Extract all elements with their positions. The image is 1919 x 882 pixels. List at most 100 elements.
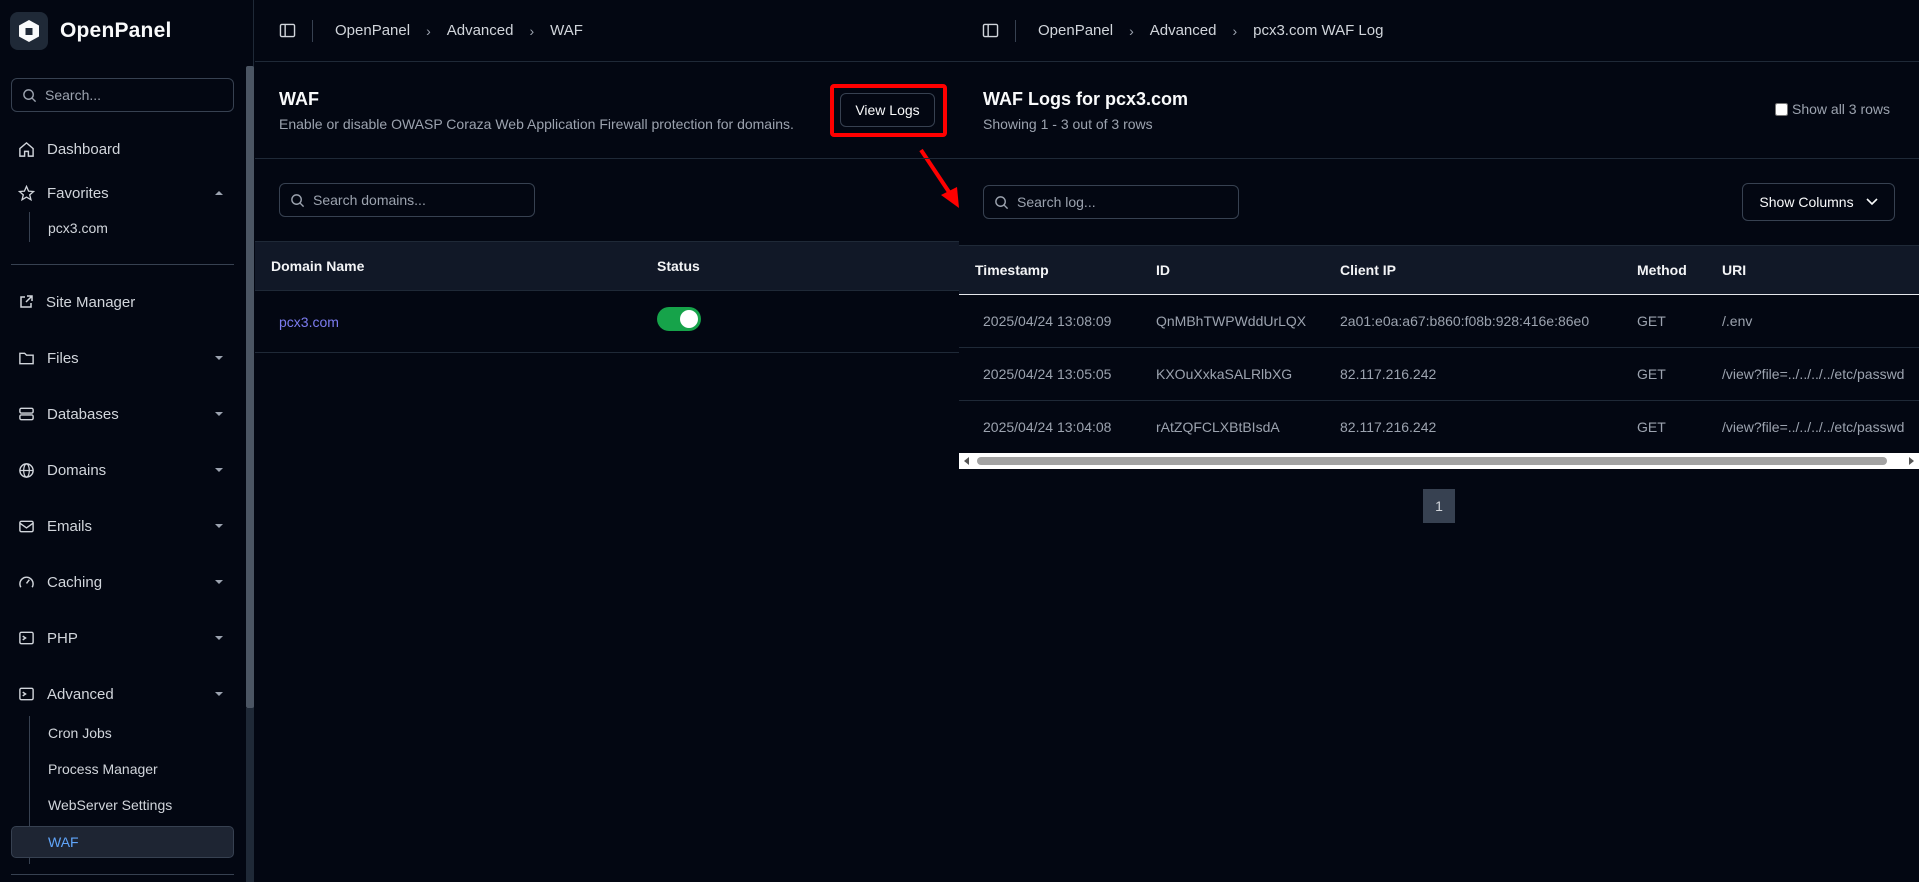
cell-uri: /.env	[1722, 313, 1753, 329]
divider	[312, 19, 313, 42]
sub-line	[29, 212, 30, 242]
logs-horizontal-scrollbar[interactable]	[959, 453, 1919, 469]
sidebar-search[interactable]	[11, 78, 234, 112]
cell-timestamp: 2025/04/24 13:08:09	[983, 313, 1112, 329]
breadcrumb-openpanel[interactable]: OpenPanel	[1038, 22, 1113, 39]
chevron-down-icon	[215, 524, 223, 528]
sidebar-item-site-manager[interactable]: Site Manager	[10, 285, 234, 319]
column-header-method[interactable]: Method	[1637, 262, 1687, 278]
scroll-right-icon[interactable]	[1907, 457, 1915, 465]
sidebar-item-label: Files	[47, 349, 79, 367]
show-columns-button[interactable]: Show Columns	[1742, 183, 1895, 221]
terminal-icon	[19, 687, 34, 701]
toggle-knob	[680, 310, 698, 328]
breadcrumb-openpanel[interactable]: OpenPanel	[335, 22, 410, 39]
breadcrumb-separator-icon: ›	[1232, 22, 1238, 39]
cell-uri: /view?file=../../../../etc/passwd	[1722, 366, 1905, 382]
sidebar-item-label: Databases	[47, 405, 119, 423]
pagination-page-1[interactable]: 1	[1423, 489, 1455, 523]
column-header-status[interactable]: Status	[657, 258, 700, 274]
logs-rows-clip: 2025/04/24 13:08:09 QnMBhTWPWddUrLQX 2a0…	[959, 0, 1919, 882]
chevron-down-icon	[1866, 198, 1878, 206]
breadcrumb-separator-icon: ›	[529, 22, 535, 39]
chevron-up-icon	[215, 191, 223, 195]
domain-search-input[interactable]	[313, 192, 513, 208]
column-header-domain[interactable]: Domain Name	[271, 258, 364, 274]
cell-uri: /view?file=../../../../etc/passwd	[1722, 419, 1905, 435]
sidebar-sub-cron-jobs[interactable]: Cron Jobs	[48, 725, 112, 741]
scrollbar-thumb[interactable]	[977, 457, 1887, 465]
column-header-id[interactable]: ID	[1156, 262, 1170, 278]
sidebar-item-php[interactable]: PHP	[10, 621, 234, 655]
sidebar-item-domains[interactable]: Domains	[10, 453, 234, 487]
external-link-icon	[20, 295, 33, 308]
sidebar-sub-webserver-settings[interactable]: WebServer Settings	[48, 797, 172, 813]
sidebar: OpenPanel Dashboard Favorites pcx3.com S…	[0, 0, 254, 882]
sidebar-item-advanced[interactable]: Advanced	[10, 677, 234, 711]
logs-table-header	[959, 245, 1919, 295]
cell-client-ip: 82.117.216.242	[1340, 419, 1437, 435]
breadcrumb-current: WAF	[550, 22, 583, 39]
arrow-annotation-icon	[919, 148, 959, 208]
show-all-checkbox[interactable]	[1775, 102, 1788, 116]
sidebar-item-databases[interactable]: Databases	[10, 397, 234, 431]
sidebar-item-caching[interactable]: Caching	[10, 565, 234, 599]
breadcrumb-current: pcx3.com WAF Log	[1253, 22, 1384, 39]
sidebar-item-favorites[interactable]: Favorites	[10, 176, 234, 210]
show-all-label: Show all 3 rows	[1792, 101, 1891, 117]
show-columns-label: Show Columns	[1759, 194, 1854, 210]
cell-method: GET	[1637, 419, 1666, 435]
sidebar-item-label: Dashboard	[47, 140, 121, 158]
sidebar-scrollbar[interactable]	[246, 66, 254, 708]
database-icon	[19, 407, 34, 421]
sidebar-sub-waf[interactable]: WAF	[11, 826, 234, 858]
breadcrumb-advanced[interactable]: Advanced	[1150, 22, 1217, 39]
sidebar-item-files[interactable]: Files	[10, 341, 234, 375]
log-search-input[interactable]	[1017, 194, 1217, 210]
column-header-timestamp[interactable]: Timestamp	[975, 262, 1049, 278]
cell-method: GET	[1637, 366, 1666, 382]
chevron-down-icon	[215, 580, 223, 584]
show-all-rows[interactable]: Show all 3 rows	[1775, 101, 1890, 117]
brand[interactable]: OpenPanel	[10, 12, 172, 50]
breadcrumb-advanced[interactable]: Advanced	[447, 22, 514, 39]
sidebar-toggle-icon[interactable]	[982, 23, 999, 38]
chevron-down-icon	[215, 356, 223, 360]
cell-method: GET	[1637, 313, 1666, 329]
sidebar-item-label: Emails	[47, 517, 93, 535]
left-topbar: OpenPanel › Advanced › WAF	[255, 0, 959, 62]
openpanel-logo-icon	[10, 12, 48, 50]
right-topbar: OpenPanel › Advanced › pcx3.com WAF Log	[959, 0, 1919, 62]
sidebar-sub-process-manager[interactable]: Process Manager	[48, 761, 158, 777]
terminal-icon	[19, 631, 34, 645]
sidebar-item-label: Advanced	[47, 685, 114, 703]
mail-icon	[19, 520, 34, 532]
domain-search[interactable]	[279, 183, 535, 217]
scroll-left-icon[interactable]	[963, 457, 971, 465]
log-search[interactable]	[983, 185, 1239, 219]
logs-subtitle: Showing 1 - 3 out of 3 rows	[983, 116, 1153, 132]
column-header-uri[interactable]: URI	[1722, 262, 1746, 278]
waf-status-toggle[interactable]	[657, 307, 701, 331]
cell-id: rAtZQFCLXBtBIsdA	[1156, 419, 1280, 435]
breadcrumb-separator-icon: ›	[426, 22, 431, 39]
domain-link[interactable]: pcx3.com	[279, 314, 339, 330]
globe-icon	[19, 462, 34, 478]
cell-client-ip: 2a01:e0a:a67:b860:f08b:928:416e:86e0	[1340, 313, 1590, 329]
divider	[959, 347, 1919, 348]
sidebar-scrollbar-track	[246, 708, 254, 882]
cell-client-ip: 82.117.216.242	[1340, 366, 1437, 382]
column-header-client-ip[interactable]: Client IP	[1340, 262, 1396, 278]
divider	[1015, 19, 1016, 42]
breadcrumb-separator-icon: ›	[1129, 22, 1134, 39]
cell-id: QnMBhTWPWddUrLQX	[1156, 313, 1307, 329]
sidebar-search-input[interactable]	[45, 87, 225, 103]
sidebar-item-emails[interactable]: Emails	[10, 509, 234, 543]
sidebar-toggle-icon[interactable]	[279, 23, 296, 38]
star-icon	[18, 184, 35, 201]
divider	[959, 400, 1919, 401]
gauge-icon	[19, 576, 34, 588]
sidebar-item-dashboard[interactable]: Dashboard	[10, 132, 234, 166]
sidebar-item-label: Domains	[47, 461, 107, 479]
favorite-item-pcx3[interactable]: pcx3.com	[48, 220, 108, 236]
